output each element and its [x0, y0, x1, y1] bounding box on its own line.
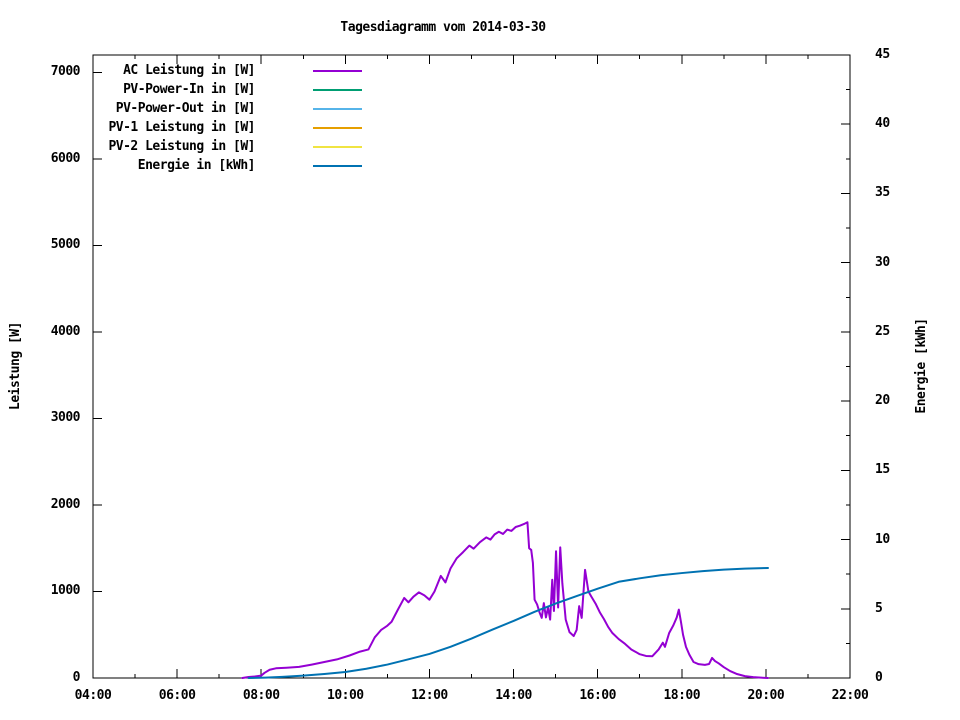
y-left-tick-label: 7000 — [50, 64, 81, 80]
legend-line-sample — [313, 70, 362, 72]
y-right-tick-label: 0 — [875, 670, 883, 685]
x-tick-label: 16:00 — [579, 688, 616, 703]
y-right-tick-label: 25 — [875, 323, 890, 339]
y-left-tick-label: 3000 — [50, 410, 81, 426]
y-left-tick-label: 5000 — [50, 237, 81, 253]
x-tick-label: 18:00 — [663, 688, 701, 703]
x-tick-label: 04:00 — [74, 688, 112, 703]
x-tick-label: 10:00 — [327, 688, 364, 703]
y-right-tick-label: 10 — [875, 531, 890, 547]
y-right-tick-label: 40 — [875, 116, 890, 132]
y-left-tick-label: 0 — [72, 670, 81, 685]
legend-line-sample — [313, 165, 362, 167]
legend-label: PV-Power-In in [W] — [123, 82, 255, 97]
legend-line-sample — [313, 89, 362, 91]
legend-line-sample — [313, 146, 362, 148]
y-right-tick-label: 45 — [875, 47, 890, 62]
x-tick-label: 22:00 — [831, 688, 869, 703]
x-tick-label: 14:00 — [495, 688, 532, 703]
x-tick-label: 20:00 — [747, 688, 785, 703]
y-left-tick-label: 4000 — [50, 323, 81, 339]
y-right-tick-label: 30 — [875, 254, 890, 270]
y-axis-right-label: Energie [kWh] — [914, 318, 929, 414]
legend-line-sample — [313, 127, 362, 129]
x-tick-label: 12:00 — [411, 688, 448, 703]
legend-line-sample — [313, 108, 362, 110]
y-right-tick-label: 5 — [875, 600, 883, 616]
series-line-ac-leistung-in-w — [241, 521, 769, 679]
y-left-tick-label: 2000 — [50, 496, 81, 512]
daily-diagram-chart: Tagesdiagramm vom 2014-03-30 Leistung [W… — [0, 0, 960, 720]
y-right-tick-label: 35 — [875, 185, 890, 201]
y-right-tick-label: 15 — [875, 462, 890, 478]
y-right-tick-label: 20 — [875, 393, 890, 409]
y-left-tick-label: 6000 — [50, 150, 81, 166]
y-left-tick-label: 1000 — [50, 583, 81, 599]
chart-title: Tagesdiagramm vom 2014-03-30 — [340, 20, 546, 35]
x-tick-label: 08:00 — [242, 688, 280, 703]
x-tick-label: 06:00 — [158, 688, 196, 703]
legend-label: PV-1 Leistung in [W] — [108, 120, 255, 135]
legend-label: PV-Power-Out in [W] — [115, 101, 256, 116]
